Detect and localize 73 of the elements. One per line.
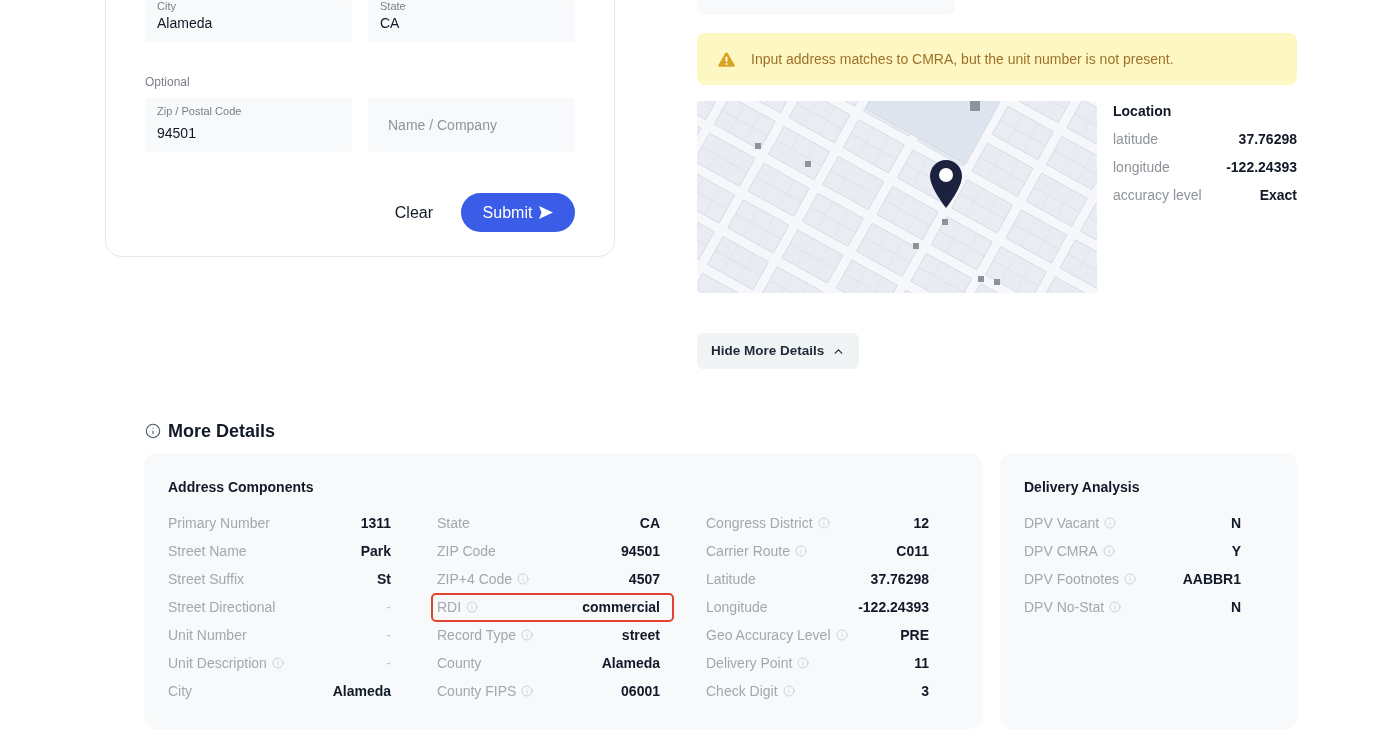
detail-value: C011 [896,542,929,561]
detail-label: DPV Footnotes [1024,570,1119,589]
location-value: Exact [1259,185,1297,205]
detail-value: - [386,598,391,617]
detail-value: 4507 [628,570,660,589]
location-label: longitude [1113,157,1170,177]
detail-value: 3 [921,682,929,701]
section-title: More Details [168,420,276,443]
detail-value: - [386,654,391,673]
location-label: accuracy level [1113,185,1202,205]
detail-label: Unit Number [168,626,247,645]
detail-label: Unit Description [168,654,267,673]
card-title: Delivery Analysis [1024,478,1141,497]
detail-value: PRE [900,626,929,645]
detail-label: City [168,682,193,701]
location-label: latitude [1113,129,1159,149]
info-icon [145,423,161,439]
detail-value: 37.76298 [870,570,929,589]
detail-value: Alameda [332,682,391,701]
detail-value: 11 [914,654,929,673]
detail-label: ZIP Code [437,542,496,561]
detail-value: Alameda [601,654,660,673]
detail-value: N [1230,514,1241,533]
detail-label: Street Directional [168,598,276,617]
warning-message: Input address matches to CMRA, but the unit number is not present. [751,49,1174,69]
detail-label: Delivery Point [706,654,793,673]
location-title: Location [1113,102,1173,121]
detail-label: County [437,654,482,673]
detail-label: Street Name [168,542,247,561]
detail-value: commercial [582,598,660,617]
detail-label: ZIP+4 Code [437,570,513,589]
field-label: Zip / Postal Code [157,105,242,118]
location-value: 37.76298 [1238,129,1297,149]
detail-label: Latitude [706,570,756,589]
detail-value: street [621,626,660,645]
section-label: Optional [145,74,191,90]
detail-label: Check Digit [706,682,778,701]
detail-label: Longitude [706,598,768,617]
location-value: -122.24393 [1226,157,1297,177]
detail-value: Y [1231,542,1241,561]
play-icon [539,206,554,219]
detail-label: Street Suffix [168,570,244,589]
detail-label: DPV Vacant [1024,514,1100,533]
detail-label: Primary Number [168,514,270,533]
detail-value: 12 [913,514,929,533]
clear-button[interactable]: Clear [390,193,437,232]
field-label: State [380,0,406,13]
detail-label: Geo Accuracy Level [706,626,831,645]
detail-label: DPV CMRA [1024,542,1098,561]
detail-value: - [386,626,391,645]
field-label: City [157,0,176,13]
detail-value: 94501 [621,542,660,561]
detail-value: AABBR1 [1182,570,1241,589]
submit-button[interactable]: Submit [461,193,575,232]
detail-value: CA [639,514,660,533]
detail-label: County FIPS [437,682,517,701]
detail-label: State [437,514,470,533]
text-input[interactable]: Name / Company [368,98,575,152]
detail-label: Record Type [437,626,517,645]
card-title: Address Components [168,478,315,497]
detail-label: RDI [437,598,462,617]
detail-label: Carrier Route [706,542,791,561]
detail-value: St [377,570,391,589]
detail-value: Park [360,542,391,561]
toggle-details-button[interactable]: Hide More Details [697,333,860,369]
detail-value: -122.24393 [858,598,929,617]
warning-icon [718,51,735,67]
map-pin-icon [930,160,962,208]
detail-label: DPV No-Stat [1024,598,1105,617]
detail-label: Congress District [706,514,813,533]
detail-value: 06001 [621,682,660,701]
detail-value: 1311 [360,514,391,533]
detail-value: N [1230,598,1241,617]
